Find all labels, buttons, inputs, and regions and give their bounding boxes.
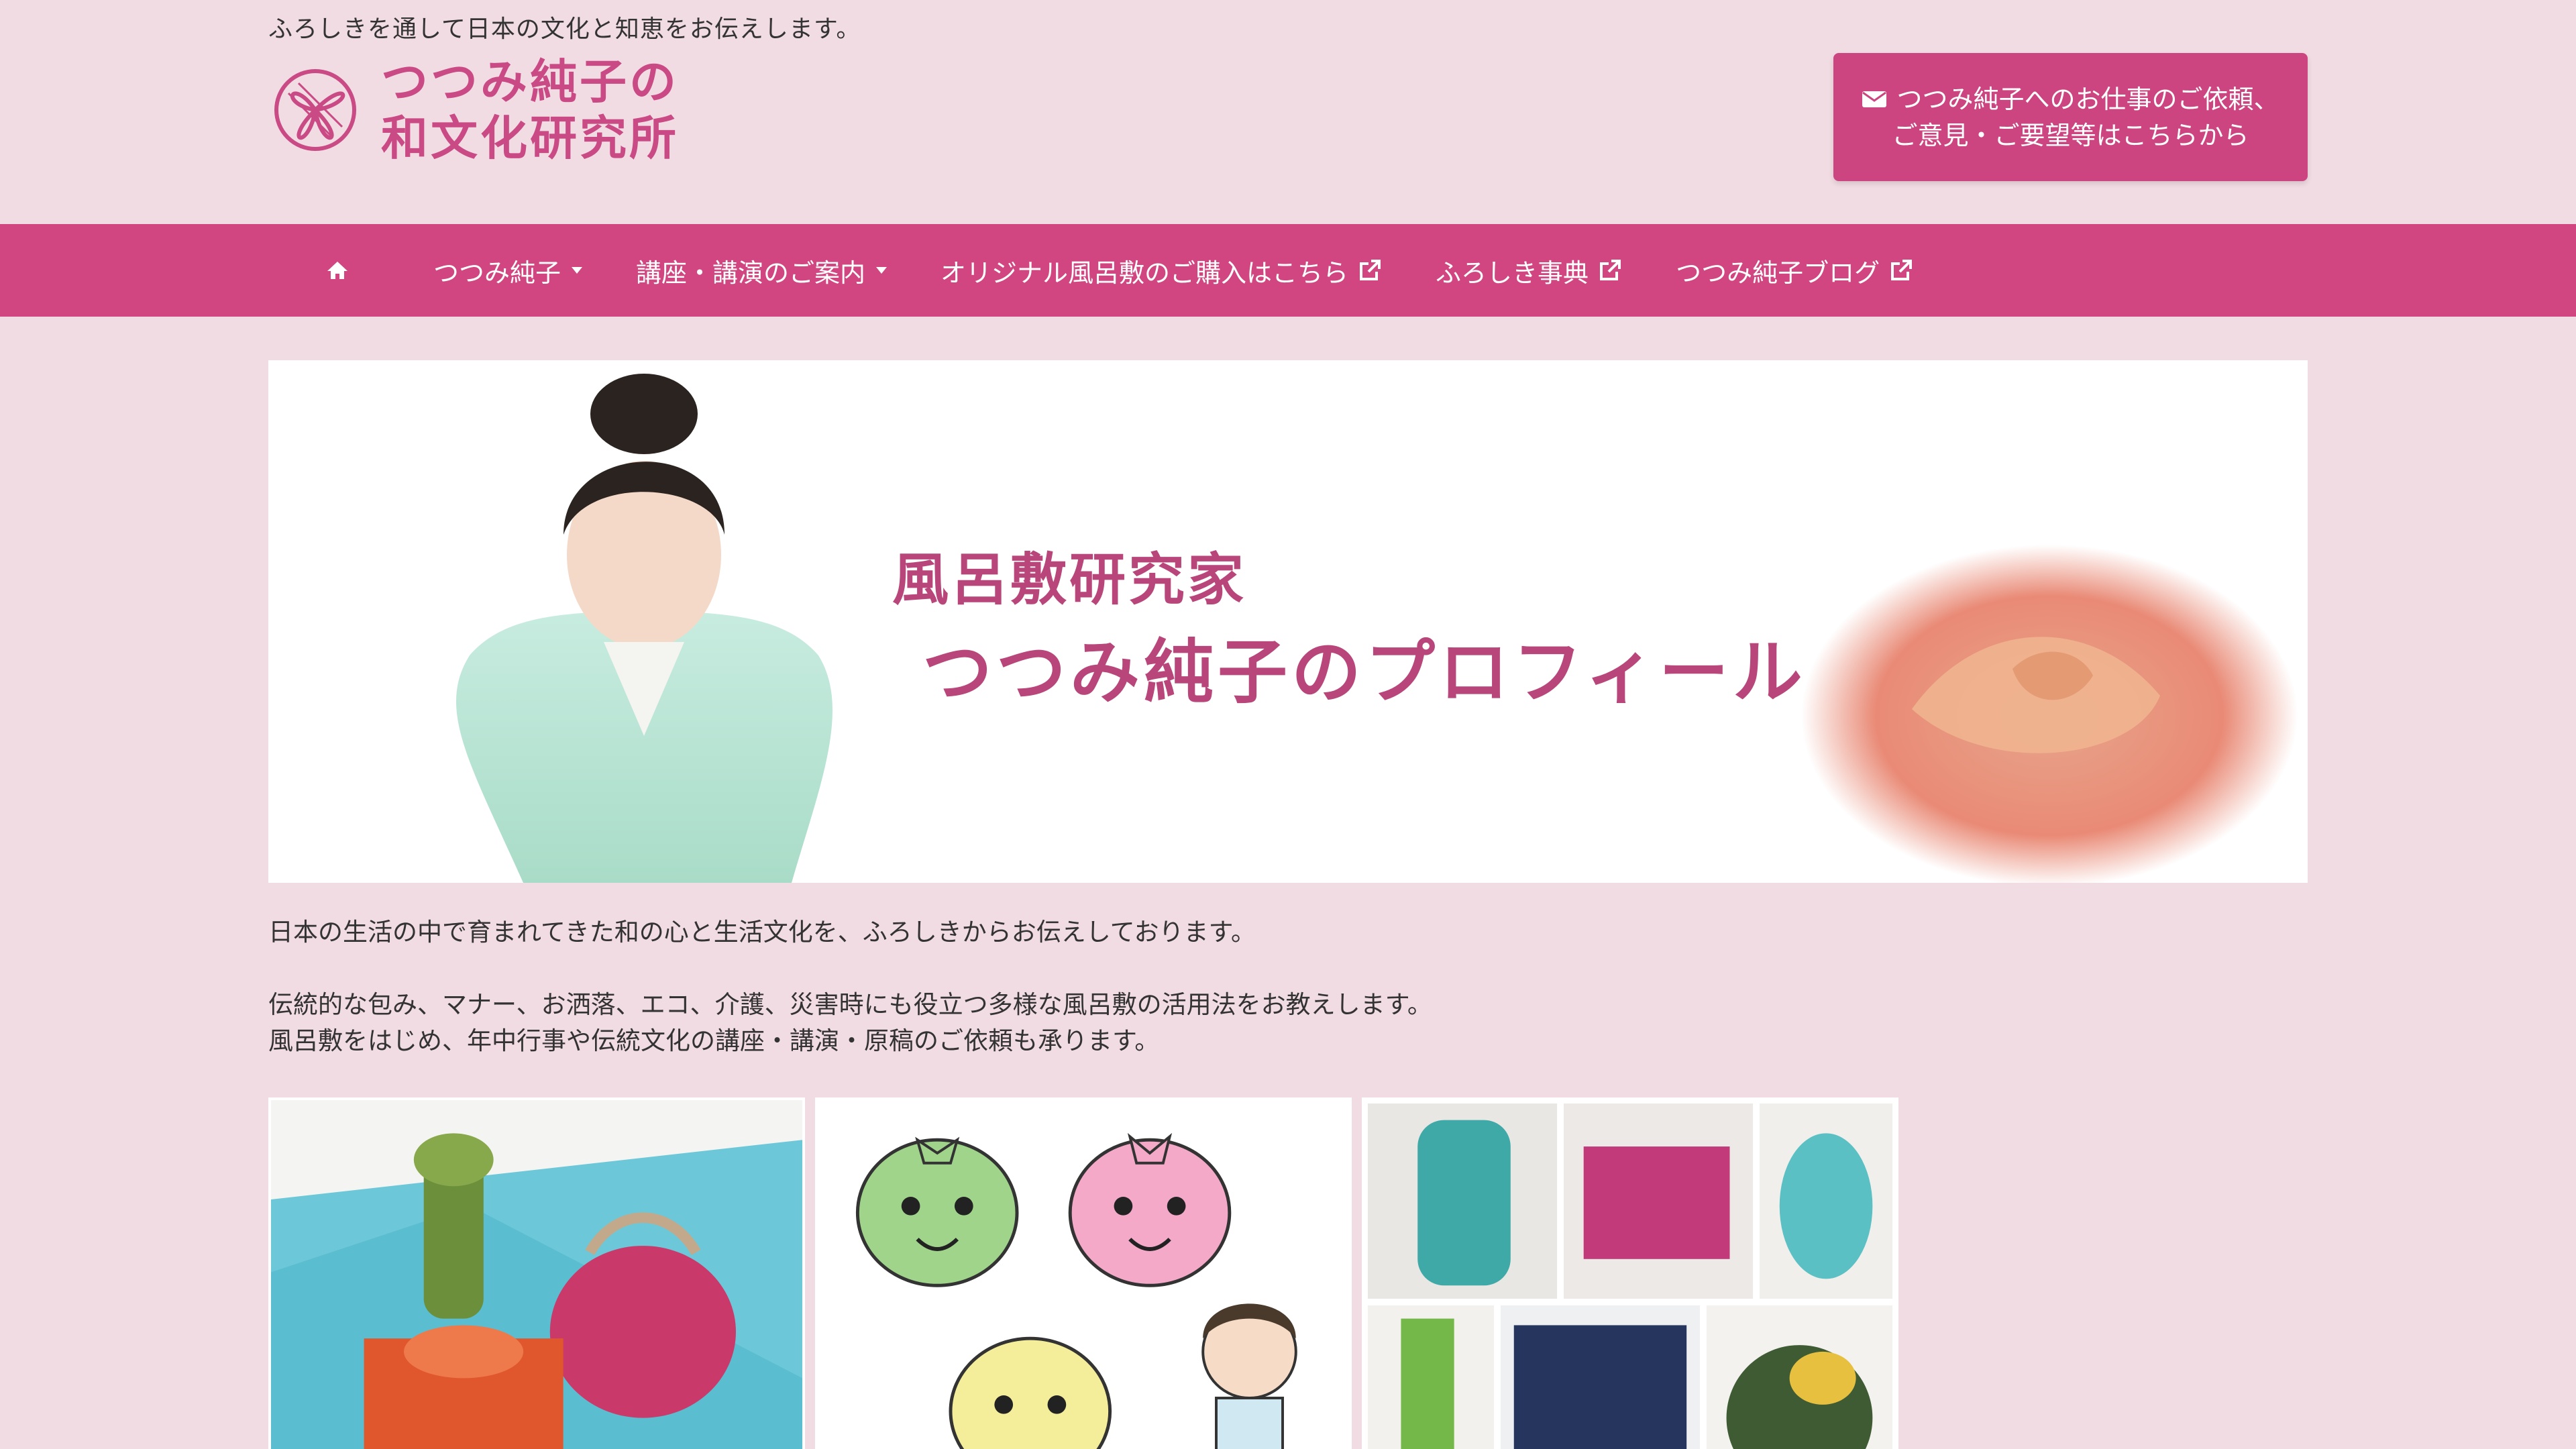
intro-paragraph-2a: 伝統的な包み、マナー、お洒落、エコ、介護、災害時にも役立つ多様な風呂敷の活用法を…: [268, 990, 1432, 1019]
thumbnail-furoshiki-wrapping[interactable]: [268, 1097, 805, 1449]
nav-item-lectures[interactable]: 講座・講演のご案内: [609, 224, 914, 317]
nav-item-blog[interactable]: つつみ純子ブログ: [1649, 224, 1940, 317]
thumbnail-characters[interactable]: [815, 1097, 1352, 1449]
intro-paragraph-1: 日本の生活の中で育まれてきた和の心と生活文化を、ふろしきからお伝えしております。: [268, 918, 1256, 947]
nav-item-label: ふろしき事典: [1436, 258, 1589, 288]
logo-line2: 和文化研究所: [381, 110, 679, 166]
envelope-icon: [1862, 91, 1887, 107]
mascot-characters-image: [818, 1100, 1349, 1449]
hero-banner: 風呂敷研究家 つつみ純子のプロフィール: [268, 360, 2308, 883]
nav-item-shop[interactable]: オリジナル風呂敷のご購入はこちら: [914, 224, 1409, 317]
intro-paragraph-2b: 風呂敷をはじめ、年中行事や伝統文化の講座・講演・原稿のご依頼も承ります。: [268, 1026, 1160, 1055]
hero-subtitle: 風呂敷研究家: [892, 546, 1247, 612]
nav-item-label: オリジナル風呂敷のご購入はこちら: [941, 258, 1349, 288]
logo-text: つつみ純子の 和文化研究所: [381, 54, 679, 166]
external-link-icon: [1360, 260, 1381, 280]
caret-down-icon: [572, 267, 583, 274]
thumbnail-grid: [268, 1097, 1898, 1449]
nav-item-label: 講座・講演のご案内: [636, 258, 866, 288]
intro-text: 日本の生活の中で育まれてきた和の心と生活文化を、ふろしきからお伝えしております。…: [268, 914, 2308, 1059]
nav-home[interactable]: [268, 224, 407, 317]
site-logo[interactable]: つつみ純子の 和文化研究所: [268, 54, 679, 166]
external-link-icon: [1891, 260, 1913, 280]
external-link-icon: [1600, 260, 1621, 280]
contact-line2: ご意見・ご要望等はこちらから: [1892, 120, 2249, 150]
home-icon: [327, 262, 347, 279]
nav-item-profile[interactable]: つつみ純子: [407, 224, 609, 317]
thumbnail-collage[interactable]: [1362, 1097, 1898, 1449]
site-tagline: ふろしきを通して日本の文化と知恵をお伝えします。: [268, 15, 861, 43]
logo-line1: つつみ純子の: [381, 54, 679, 109]
furoshiki-logo-icon: [274, 69, 356, 151]
furoshiki-collage-image: [1364, 1100, 1896, 1449]
wrapped-gifts-image: [271, 1100, 802, 1449]
nav-item-dictionary[interactable]: ふろしき事典: [1409, 224, 1649, 317]
caret-down-icon: [876, 267, 888, 274]
hero-title: つつみ純子のプロフィール: [922, 631, 1807, 713]
contact-button[interactable]: つつみ純子へのお仕事のご依頼、 ご意見・ご要望等はこちらから: [1833, 53, 2308, 181]
nav-item-label: つつみ純子ブログ: [1676, 258, 1880, 288]
nav-item-label: つつみ純子: [433, 258, 561, 288]
main-navbar: つつみ純子 講座・講演のご案内 オリジナル風呂敷のご購入はこちら ふろしき事典 …: [0, 224, 2576, 317]
contact-line1: つつみ純子へのお仕事のご依頼、: [1896, 84, 2279, 114]
